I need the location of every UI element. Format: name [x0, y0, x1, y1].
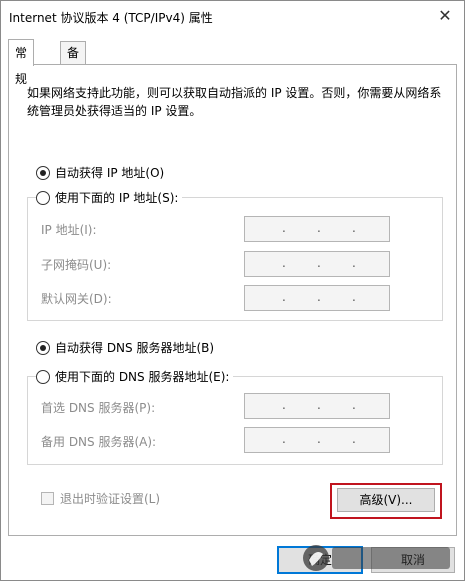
preferred-dns-field[interactable]: ... [244, 393, 390, 419]
ip-address-field[interactable]: ... [244, 216, 390, 242]
radio-manual-dns[interactable]: 使用下面的 DNS 服务器地址(E): [36, 368, 234, 385]
preferred-dns-label: 首选 DNS 服务器(P): [41, 401, 156, 415]
window-title: Internet 协议版本 4 (TCP/IPv4) 属性 [9, 11, 213, 25]
radio-auto-ip-indicator[interactable] [36, 165, 50, 180]
tab-general[interactable]: 常规 [8, 39, 35, 86]
close-icon[interactable]: ✕ [434, 5, 456, 27]
radio-manual-dns-label: 使用下面的 DNS 服务器地址(E): [55, 370, 230, 384]
alternate-dns-label: 备用 DNS 服务器(A): [41, 435, 157, 449]
tab-alternate-config[interactable]: 备用配置 [60, 41, 87, 126]
radio-auto-ip-label: 自动获得 IP 地址(O) [55, 166, 165, 180]
watermark-logo [303, 545, 450, 571]
validate-label: 退出时验证设置(L) [60, 492, 161, 506]
subnet-mask-field[interactable]: ... [244, 251, 390, 277]
radio-auto-dns-indicator[interactable] [36, 340, 50, 355]
radio-manual-ip-indicator[interactable] [36, 190, 50, 205]
title-bar: Internet 协议版本 4 (TCP/IPv4) 属性 ✕ [1, 1, 464, 31]
advanced-button[interactable]: 高级(V)... [337, 488, 435, 512]
radio-manual-ip-label: 使用下面的 IP 地址(S): [55, 191, 179, 205]
subnet-mask-label: 子网掩码(U): [41, 258, 112, 272]
description-text: 如果网络支持此功能，则可以获取自动指派的 IP 设置。否则，你需要从网络系统管理… [27, 86, 442, 118]
radio-manual-dns-indicator[interactable] [36, 369, 50, 384]
ip-address-label: IP 地址(I): [41, 223, 97, 237]
dialog-window: Internet 协议版本 4 (TCP/IPv4) 属性 ✕ 常规 备用配置 … [0, 0, 465, 581]
alternate-dns-field[interactable]: ... [244, 427, 390, 453]
radio-auto-ip[interactable]: 自动获得 IP 地址(O) [36, 164, 164, 181]
validate-on-exit[interactable]: 退出时验证设置(L) [41, 490, 160, 507]
radio-auto-dns[interactable]: 自动获得 DNS 服务器地址(B) [36, 339, 214, 356]
validate-checkbox[interactable] [41, 492, 54, 505]
radio-manual-ip[interactable]: 使用下面的 IP 地址(S): [36, 189, 183, 206]
radio-auto-dns-label: 自动获得 DNS 服务器地址(B) [55, 341, 215, 355]
default-gateway-label: 默认网关(D): [41, 292, 112, 306]
general-panel: 如果网络支持此功能，则可以获取自动指派的 IP 设置。否则，你需要从网络系统管理… [8, 64, 457, 536]
default-gateway-field[interactable]: ... [244, 285, 390, 311]
